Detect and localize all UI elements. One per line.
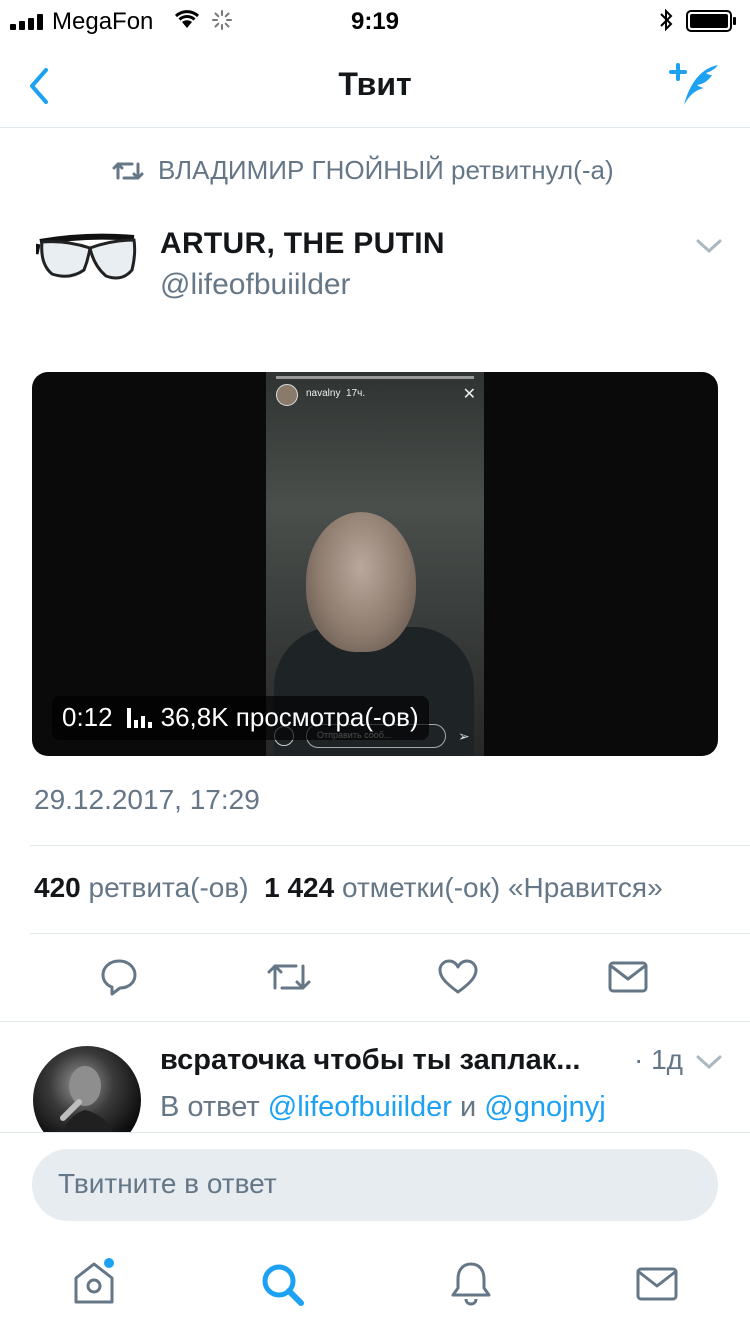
- reply-and: и: [460, 1091, 477, 1123]
- navigation-bar: Твит: [0, 40, 750, 128]
- reply-chevron-down-icon[interactable]: [696, 1054, 722, 1070]
- author-handle[interactable]: @lifeofbuiilder: [160, 268, 351, 302]
- reply-icon[interactable]: [100, 958, 138, 996]
- story-close-icon: ✕: [462, 386, 476, 403]
- video-info-badge: 0:12 36,8K просмотра(-ов): [52, 696, 429, 740]
- video-duration: 0:12: [62, 702, 113, 732]
- author-name[interactable]: ARTUR, THE PUTIN: [160, 227, 445, 261]
- direct-message-icon[interactable]: [608, 960, 648, 994]
- reply-mention-2[interactable]: @gnojnyj: [484, 1091, 605, 1123]
- like-label[interactable]: отметки(-ок) «Нравится»: [342, 872, 663, 903]
- story-progress-bar: [276, 376, 474, 379]
- retweet-context-icon: [112, 158, 144, 184]
- story-send-icon: ➢: [458, 728, 470, 744]
- battery-icon: [686, 10, 738, 32]
- reply-author-name[interactable]: всраточка чтобы ты заплак...: [160, 1044, 580, 1077]
- clock: 9:19: [350, 8, 400, 35]
- retweet-label[interactable]: ретвита(-ов): [89, 872, 249, 903]
- video-player[interactable]: navalny 17ч. ✕ Отправить сооб... ➢ 0:123…: [32, 372, 718, 756]
- like-count[interactable]: 1 424: [264, 872, 334, 903]
- divider: [30, 845, 750, 846]
- tweet-timestamp: 29.12.2017, 17:29: [34, 784, 260, 815]
- author-avatar[interactable]: [36, 224, 138, 294]
- reply-compose-placeholder: Твитните в ответ: [58, 1168, 277, 1199]
- divider: [30, 933, 750, 934]
- retweet-icon[interactable]: [266, 960, 312, 994]
- video-views: 36,8K просмотра(-ов): [160, 702, 419, 732]
- reply-to-line: В ответ @lifeofbuiilder и @gnojnyj: [160, 1091, 606, 1124]
- story-avatar: [276, 384, 298, 406]
- status-bar: MegaFon 9:19: [0, 0, 750, 40]
- search-icon[interactable]: [260, 1262, 306, 1308]
- divider: [0, 1021, 750, 1022]
- page-title: Твит: [338, 66, 412, 102]
- reply-mention-1[interactable]: @lifeofbuiilder: [268, 1091, 452, 1123]
- chevron-down-icon[interactable]: [696, 238, 722, 254]
- home-icon[interactable]: [72, 1258, 122, 1306]
- reply-time: · 1д: [634, 1044, 684, 1075]
- notifications-icon[interactable]: [450, 1260, 492, 1306]
- retweet-context-text[interactable]: ВЛАДИМИР ГНОЙНЫЙ ретвитнул(-а): [158, 155, 614, 186]
- reply-prefix: В ответ: [160, 1091, 260, 1123]
- view-count-icon: [126, 708, 153, 728]
- video-person-face: [306, 512, 416, 652]
- story-user: navalny 17ч.: [306, 388, 366, 399]
- tweet-stats: 420 ретвита(-ов) 1 424 отметки(-ок) «Нра…: [34, 872, 750, 904]
- bluetooth-icon: [658, 8, 674, 32]
- retweet-count[interactable]: 420: [34, 872, 81, 903]
- compose-tweet-icon[interactable]: [664, 60, 724, 110]
- messages-icon[interactable]: [636, 1266, 678, 1302]
- like-icon[interactable]: [438, 959, 478, 995]
